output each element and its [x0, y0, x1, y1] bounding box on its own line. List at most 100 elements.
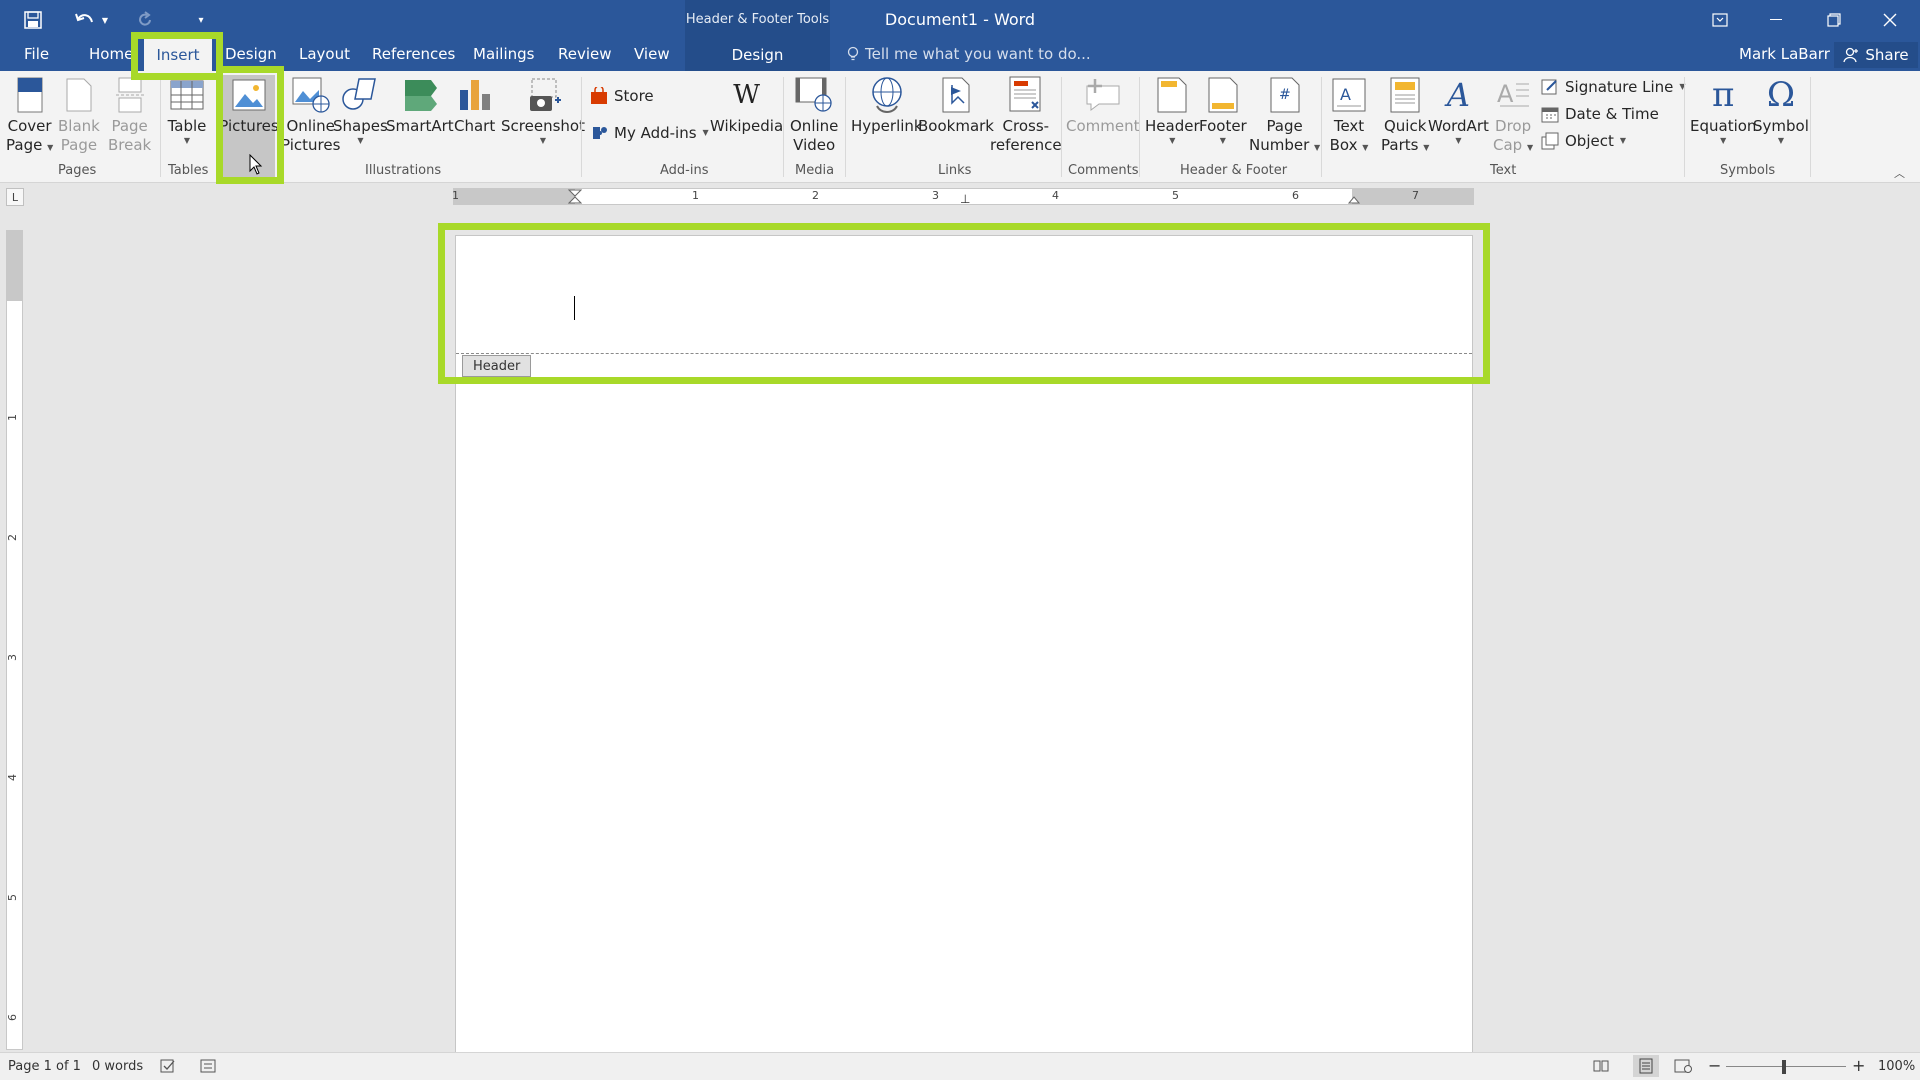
read-mode-icon[interactable] [1593, 1059, 1609, 1073]
page-count[interactable]: Page 1 of 1 [8, 1059, 81, 1074]
quick-parts-button[interactable]: Quick Parts ▼ [1381, 75, 1429, 155]
my-addins-icon [593, 127, 607, 139]
smartart-icon [400, 75, 440, 115]
svg-text:A: A [1497, 80, 1514, 108]
screenshot-button[interactable]: Screenshot ▼ [501, 75, 585, 146]
shapes-button[interactable]: Shapes ▼ [333, 75, 388, 146]
web-layout-icon[interactable] [1674, 1059, 1692, 1073]
equation-label: Equation [1690, 117, 1757, 135]
minimize-icon[interactable] [1748, 0, 1804, 39]
vertical-ruler[interactable]: 1 2 3 4 5 6 [6, 230, 23, 1050]
bookmark-button[interactable]: Bookmark [918, 75, 994, 136]
zoom-slider-thumb[interactable] [1782, 1060, 1786, 1074]
online-video-button[interactable]: Online Video [790, 75, 838, 155]
wikipedia-button[interactable]: W Wikipedia [710, 75, 783, 136]
page-break-label-2: Break [108, 136, 152, 154]
cover-page-label-1: Cover [7, 117, 52, 135]
zoom-in-icon[interactable]: + [1852, 1056, 1865, 1075]
page-number-label-2: Number [1249, 136, 1310, 154]
online-pictures-button[interactable]: Online Pictures [281, 75, 340, 155]
tab-view[interactable]: View [634, 45, 670, 63]
group-separator [160, 77, 161, 177]
blank-page-button[interactable]: Blank Page [58, 75, 100, 155]
table-button[interactable]: Table ▼ [167, 75, 207, 146]
tab-file[interactable]: File [24, 45, 49, 63]
close-icon[interactable] [1862, 0, 1918, 39]
user-name[interactable]: Mark LaBarr [1739, 45, 1830, 63]
group-label-links: Links [938, 163, 972, 178]
tab-design-header-footer[interactable]: Design [685, 39, 830, 71]
tab-references[interactable]: References [372, 45, 455, 63]
center-tab-stop-icon[interactable]: ⊥ [960, 192, 970, 206]
tab-selector[interactable]: L [6, 188, 24, 206]
equation-button[interactable]: π Equation ▼ [1690, 75, 1756, 146]
hyperlink-button[interactable]: Hyperlink [851, 75, 923, 136]
drop-cap-button[interactable]: A Drop Cap ▼ [1493, 75, 1533, 155]
chevron-down-icon: ▼ [1314, 143, 1321, 152]
customize-qat-icon[interactable]: ▾ [186, 6, 216, 34]
footer-button[interactable]: Footer ▼ [1199, 75, 1247, 146]
zoom-out-icon[interactable]: − [1708, 1056, 1721, 1075]
macro-recording-icon[interactable] [200, 1059, 216, 1073]
print-layout-icon[interactable] [1633, 1055, 1659, 1077]
symbol-button[interactable]: Ω Symbol ▼ [1753, 75, 1809, 146]
comment-button[interactable]: Comment [1066, 75, 1140, 136]
group-separator [1321, 77, 1322, 177]
smartart-button[interactable]: SmartArt [386, 75, 454, 136]
text-box-button[interactable]: A Text Box ▼ [1329, 75, 1369, 155]
calendar-icon [1541, 107, 1559, 123]
screenshot-label: Screenshot [501, 117, 585, 135]
word-count[interactable]: 0 words [92, 1059, 143, 1074]
shapes-icon [340, 75, 380, 115]
tab-layout[interactable]: Layout [299, 45, 350, 63]
date-time-button[interactable]: Date & Time [1541, 105, 1659, 123]
chevron-down-icon: ▼ [1619, 136, 1627, 145]
zoom-slider[interactable] [1726, 1066, 1846, 1067]
share-button[interactable]: Share [1834, 42, 1918, 68]
undo-dropdown-icon[interactable]: ▼ [96, 6, 114, 34]
my-addins-button[interactable]: My Add-ins ▼ [590, 124, 709, 142]
ribbon-display-options-icon[interactable] [1692, 0, 1748, 39]
footer-icon [1203, 75, 1243, 115]
tab-design[interactable]: Design [225, 45, 277, 63]
right-indent-marker-icon[interactable] [1347, 190, 1361, 208]
tell-me-box[interactable]: Tell me what you want to do... [847, 45, 1091, 63]
cross-reference-label-1: Cross- [1002, 117, 1050, 135]
drop-cap-icon: A [1493, 75, 1533, 115]
chevron-down-icon: ▼ [357, 136, 364, 145]
cover-page-label-2: Page [6, 136, 43, 154]
signature-line-button[interactable]: Signature Line ▼ [1541, 78, 1686, 96]
restore-icon[interactable] [1806, 0, 1862, 39]
proofing-icon[interactable] [160, 1059, 176, 1073]
object-button[interactable]: Object ▼ [1541, 132, 1626, 150]
tab-mailings[interactable]: Mailings [473, 45, 534, 63]
mouse-pointer-icon [249, 153, 263, 180]
cross-reference-button[interactable]: Cross- reference [990, 75, 1062, 155]
signature-line-icon [1541, 79, 1557, 95]
collapse-ribbon-icon[interactable]: ︿ [1894, 165, 1905, 181]
text-box-label-1: Text [1333, 117, 1365, 135]
page-number-button[interactable]: # Page Number ▼ [1249, 75, 1320, 155]
blank-page-label-2: Page [60, 136, 98, 154]
tab-home[interactable]: Home [89, 45, 133, 63]
horizontal-ruler[interactable]: 1 1 2 3 4 5 6 7 ⊥ [452, 188, 1474, 208]
wordart-button[interactable]: A WordArt ▼ [1428, 75, 1489, 146]
cover-page-button[interactable]: Cover Page ▼ [6, 75, 53, 155]
page-break-button[interactable]: Page Break [108, 75, 151, 155]
store-button[interactable]: Store [590, 87, 654, 105]
ruler-number: 3 [6, 654, 19, 661]
save-icon[interactable] [18, 6, 48, 34]
document-title: Document1 - Word [884, 10, 1036, 29]
indent-marker-icon[interactable] [567, 189, 583, 208]
header-button[interactable]: Header ▼ [1145, 75, 1200, 146]
lightbulb-icon [847, 46, 859, 61]
chart-button[interactable]: Chart [454, 75, 495, 136]
zoom-level[interactable]: 100% [1878, 1059, 1915, 1074]
ruler-top-margin [7, 231, 22, 301]
tab-review[interactable]: Review [558, 45, 612, 63]
redo-icon[interactable] [130, 6, 160, 34]
page-break-icon [110, 75, 150, 115]
header-label: Header [1145, 117, 1200, 135]
svg-text:A: A [1340, 85, 1351, 104]
group-label-comments: Comments [1068, 163, 1139, 178]
